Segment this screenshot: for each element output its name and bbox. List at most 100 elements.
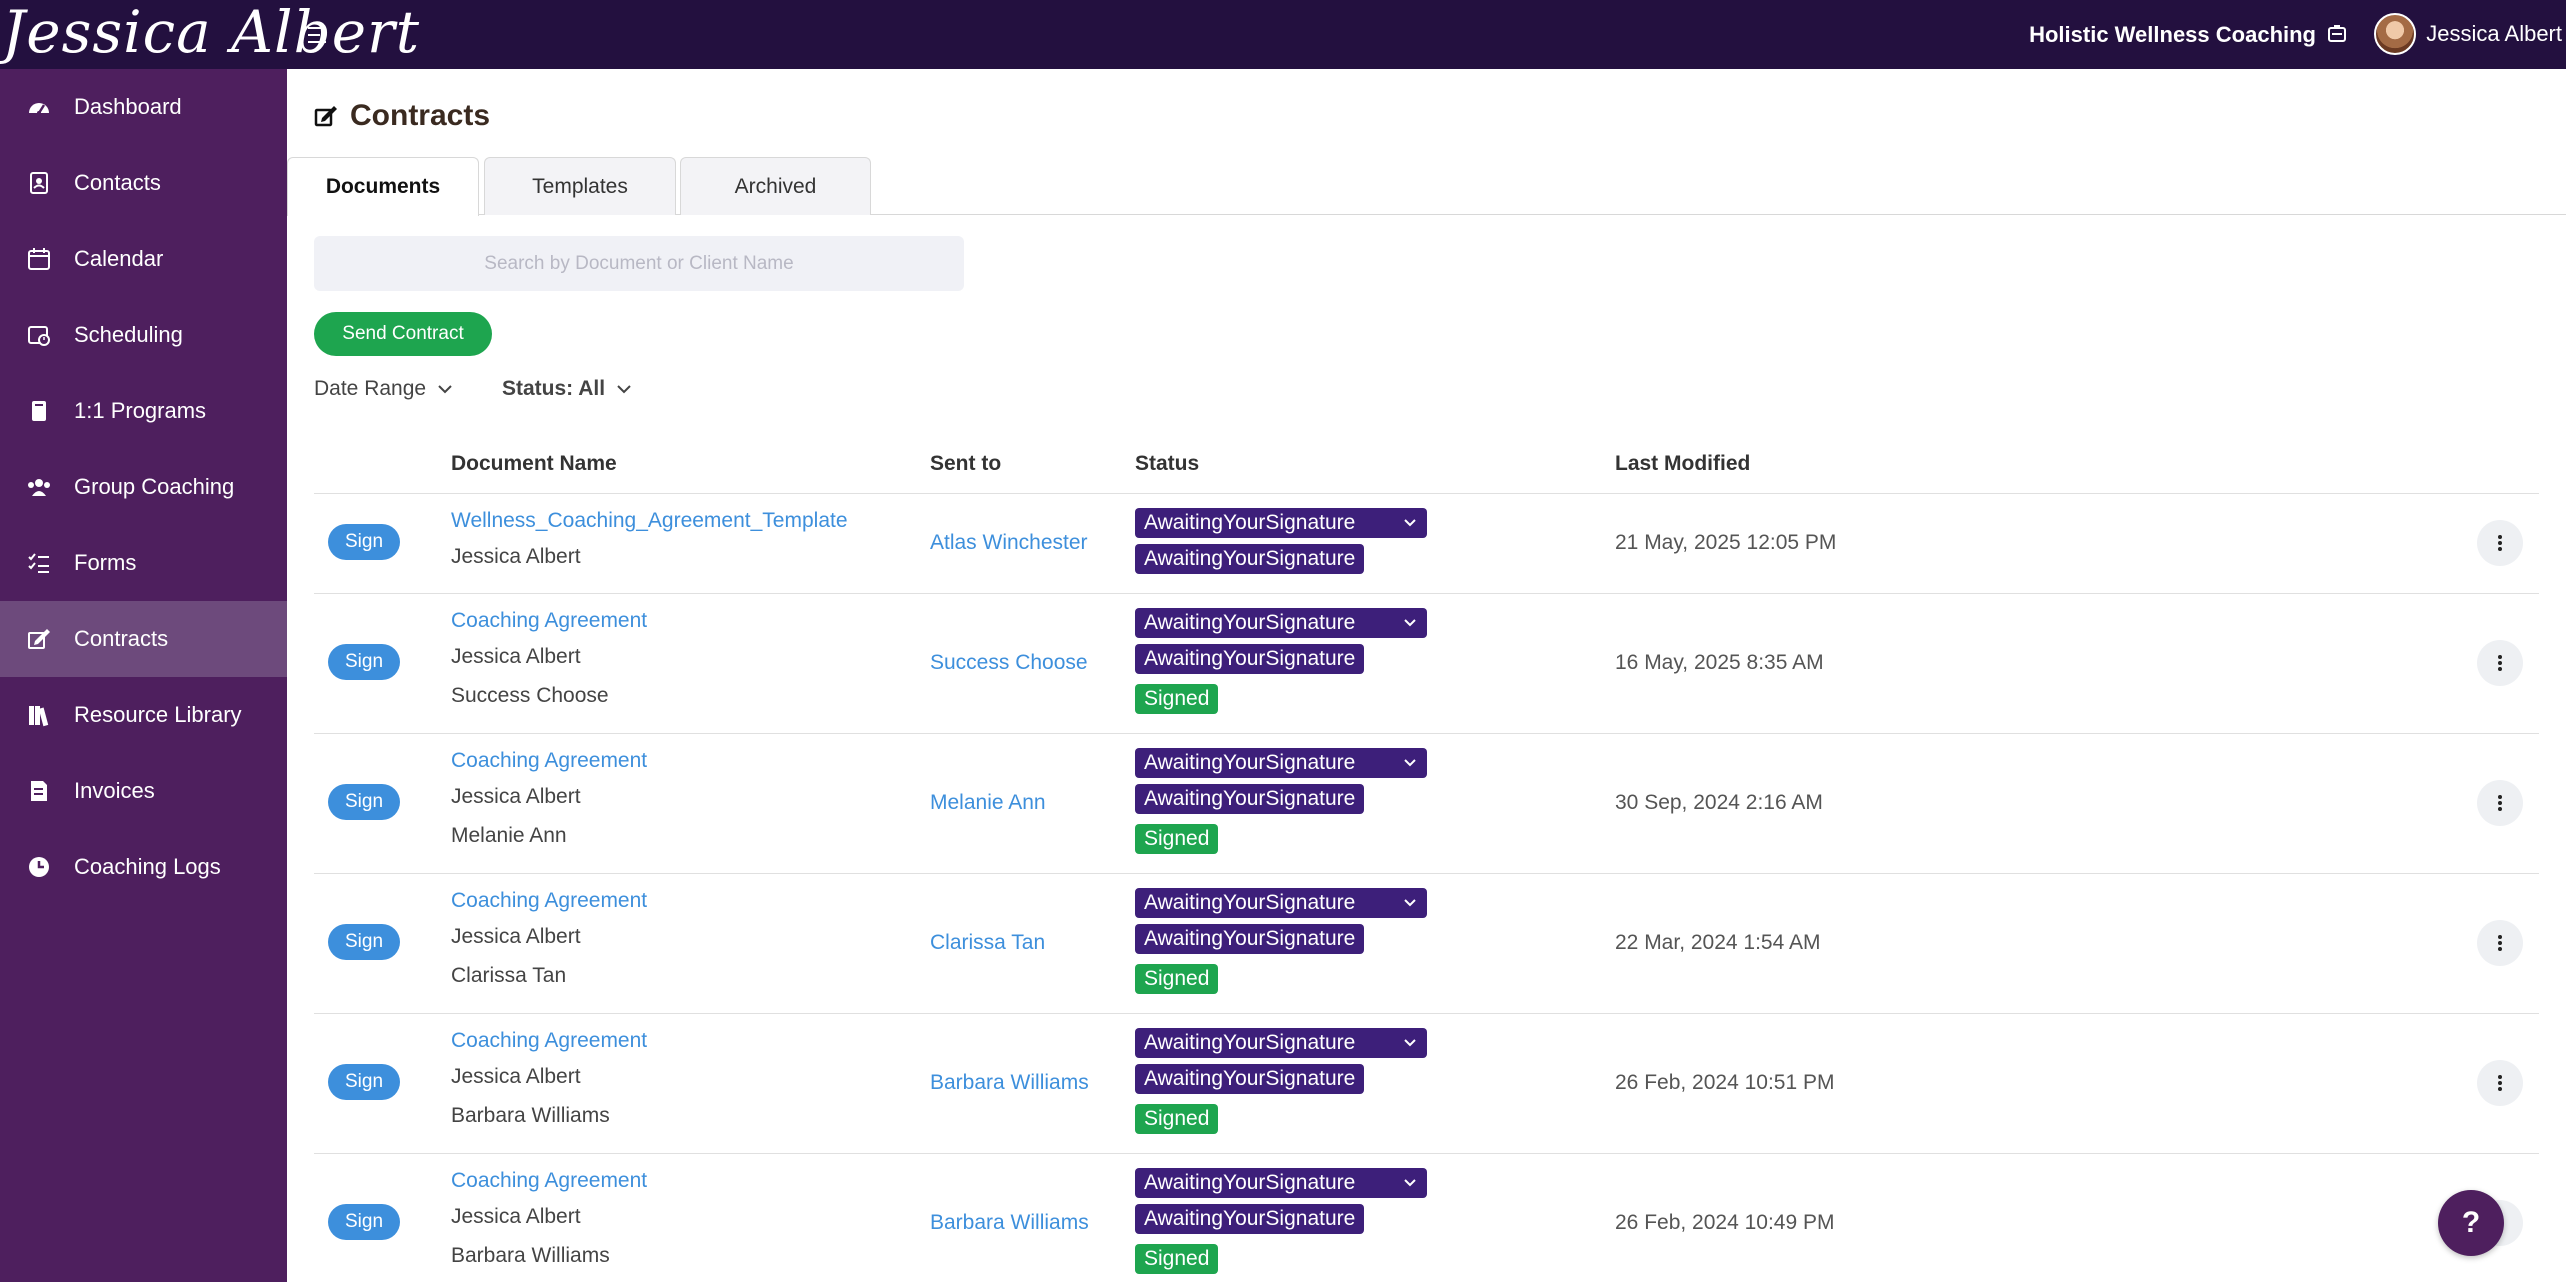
sidebar-item-dashboard[interactable]: Dashboard <box>0 69 287 145</box>
tab-label: Documents <box>325 175 441 198</box>
status-dropdown[interactable]: AwaitingYourSignature <box>1135 508 1427 538</box>
sidebar-item-contracts[interactable]: Contracts <box>0 601 287 677</box>
brand-logo[interactable]: Jessica Albert <box>2 0 420 67</box>
sign-button[interactable]: Sign <box>328 924 400 960</box>
last-modified: 21 May, 2025 12:05 PM <box>1615 531 1837 554</box>
chevron-down-icon <box>1404 519 1416 527</box>
dashboard-gauge-icon <box>26 94 52 120</box>
sent-to-link[interactable]: Success Choose <box>930 651 1088 675</box>
user-name[interactable]: Jessica Albert <box>2426 21 2562 47</box>
status-badge: AwaitingYourSignature <box>1135 1204 1365 1234</box>
book-icon <box>26 398 52 424</box>
status-badge: Signed <box>1135 824 1219 854</box>
date-range-filter[interactable]: Date Range <box>314 377 454 401</box>
sidebar-item-label: Contacts <box>74 170 161 195</box>
status-badge-label: AwaitingYourSignature <box>1144 511 1356 534</box>
party-name: Success Choose <box>451 684 609 707</box>
status-dropdown[interactable]: AwaitingYourSignature <box>1135 1168 1427 1198</box>
tab-documents[interactable]: Documents <box>287 157 479 216</box>
more-vertical-icon <box>2498 655 2502 671</box>
document-name-link[interactable]: Coaching Agreement <box>451 1029 647 1053</box>
chevron-down-icon <box>438 385 452 394</box>
sign-button[interactable]: Sign <box>328 1064 400 1100</box>
table-row: Sign Coaching Agreement Jessica Albert C… <box>314 874 2539 1013</box>
document-name-link[interactable]: Coaching Agreement <box>451 889 647 913</box>
business-switch-icon[interactable] <box>2327 24 2347 44</box>
signature-icon <box>314 106 337 127</box>
tab-templates[interactable]: Templates <box>484 157 676 215</box>
tab-label: Archived <box>734 174 817 198</box>
table-row: Sign Coaching Agreement Jessica Albert M… <box>314 734 2539 873</box>
last-modified: 26 Feb, 2024 10:49 PM <box>1615 1211 1835 1234</box>
sidebar-item-label: Coaching Logs <box>74 854 221 879</box>
status-filter-label: Status: All <box>502 377 606 400</box>
sidebar-item-invoices[interactable]: Invoices <box>0 753 287 829</box>
sidebar-item-label: Group Coaching <box>74 474 235 499</box>
send-contract-button[interactable]: Send Contract <box>314 312 492 356</box>
sidebar-item-forms[interactable]: Forms <box>0 525 287 601</box>
status-dropdown[interactable]: AwaitingYourSignature <box>1135 888 1427 918</box>
status-badge: Signed <box>1135 1104 1219 1134</box>
document-name-link[interactable]: Coaching Agreement <box>451 749 647 773</box>
column-header-sent-to[interactable]: Sent to <box>930 452 1001 476</box>
help-button[interactable]: ? <box>2438 1190 2504 1256</box>
books-icon <box>26 702 52 728</box>
sent-to-link[interactable]: Melanie Ann <box>930 791 1046 815</box>
party-name: Clarissa Tan <box>451 964 567 987</box>
row-actions-button[interactable] <box>2477 520 2523 566</box>
chevron-down-icon <box>1404 619 1416 627</box>
status-badge: AwaitingYourSignature <box>1135 544 1365 574</box>
row-actions-button[interactable] <box>2477 640 2523 686</box>
party-name: Jessica Albert <box>451 785 581 808</box>
sign-button[interactable]: Sign <box>328 784 400 820</box>
sign-button[interactable]: Sign <box>328 644 400 680</box>
sidebar-item-resource-library[interactable]: Resource Library <box>0 677 287 753</box>
search-input[interactable] <box>314 236 964 291</box>
last-modified: 26 Feb, 2024 10:51 PM <box>1615 1071 1835 1094</box>
more-vertical-icon <box>2498 535 2502 551</box>
status-dropdown[interactable]: AwaitingYourSignature <box>1135 1028 1427 1058</box>
sidebar-item-contacts[interactable]: Contacts <box>0 145 287 221</box>
last-modified: 16 May, 2025 8:35 AM <box>1615 651 1824 674</box>
document-name-link[interactable]: Wellness_Coaching_Agreement_Template <box>451 509 848 533</box>
document-name-link[interactable]: Coaching Agreement <box>451 1169 647 1193</box>
sidebar-item-scheduling[interactable]: Scheduling <box>0 297 287 373</box>
sidebar-item-group-coaching[interactable]: Group Coaching <box>0 449 287 525</box>
more-vertical-icon <box>2498 795 2502 811</box>
sidebar-item-calendar[interactable]: Calendar <box>0 221 287 297</box>
chevron-down-icon <box>617 385 631 394</box>
last-modified: 22 Mar, 2024 1:54 AM <box>1615 931 1821 954</box>
sign-button[interactable]: Sign <box>328 1204 400 1240</box>
sidebar-item-label: Forms <box>74 550 137 575</box>
row-actions-button[interactable] <box>2477 920 2523 966</box>
sent-to-link[interactable]: Atlas Winchester <box>930 531 1088 555</box>
sent-to-link[interactable]: Barbara Williams <box>930 1211 1089 1235</box>
sent-to-link[interactable]: Barbara Williams <box>930 1071 1089 1095</box>
sign-button[interactable]: Sign <box>328 524 400 560</box>
menu-toggle-icon[interactable] <box>306 22 332 48</box>
status-dropdown[interactable]: AwaitingYourSignature <box>1135 748 1427 778</box>
status-badge: Signed <box>1135 684 1219 714</box>
party-name: Melanie Ann <box>451 824 567 847</box>
chevron-down-icon <box>1404 1179 1416 1187</box>
row-actions-button[interactable] <box>2477 1060 2523 1106</box>
column-header-last-modified[interactable]: Last Modified <box>1615 452 1750 476</box>
sidebar-item-label: Calendar <box>74 246 164 271</box>
column-header-document-name[interactable]: Document Name <box>451 452 617 476</box>
user-avatar[interactable] <box>2374 13 2416 55</box>
chevron-down-icon <box>1404 1039 1416 1047</box>
column-header-status[interactable]: Status <box>1135 452 1199 476</box>
users-group-icon <box>26 474 52 500</box>
status-badge-label: AwaitingYourSignature <box>1144 1031 1356 1054</box>
document-name-link[interactable]: Coaching Agreement <box>451 609 647 633</box>
party-name: Jessica Albert <box>451 645 581 668</box>
status-filter[interactable]: Status: All <box>502 377 633 401</box>
status-dropdown[interactable]: AwaitingYourSignature <box>1135 608 1427 638</box>
sidebar-item-coaching-logs[interactable]: Coaching Logs <box>0 829 287 905</box>
sent-to-link[interactable]: Clarissa Tan <box>930 931 1045 955</box>
tab-archived[interactable]: Archived <box>680 157 871 215</box>
business-name[interactable]: Holistic Wellness Coaching <box>2029 22 2316 48</box>
sidebar-item-programs[interactable]: 1:1 Programs <box>0 373 287 449</box>
date-range-label: Date Range <box>314 377 427 400</box>
row-actions-button[interactable] <box>2477 780 2523 826</box>
